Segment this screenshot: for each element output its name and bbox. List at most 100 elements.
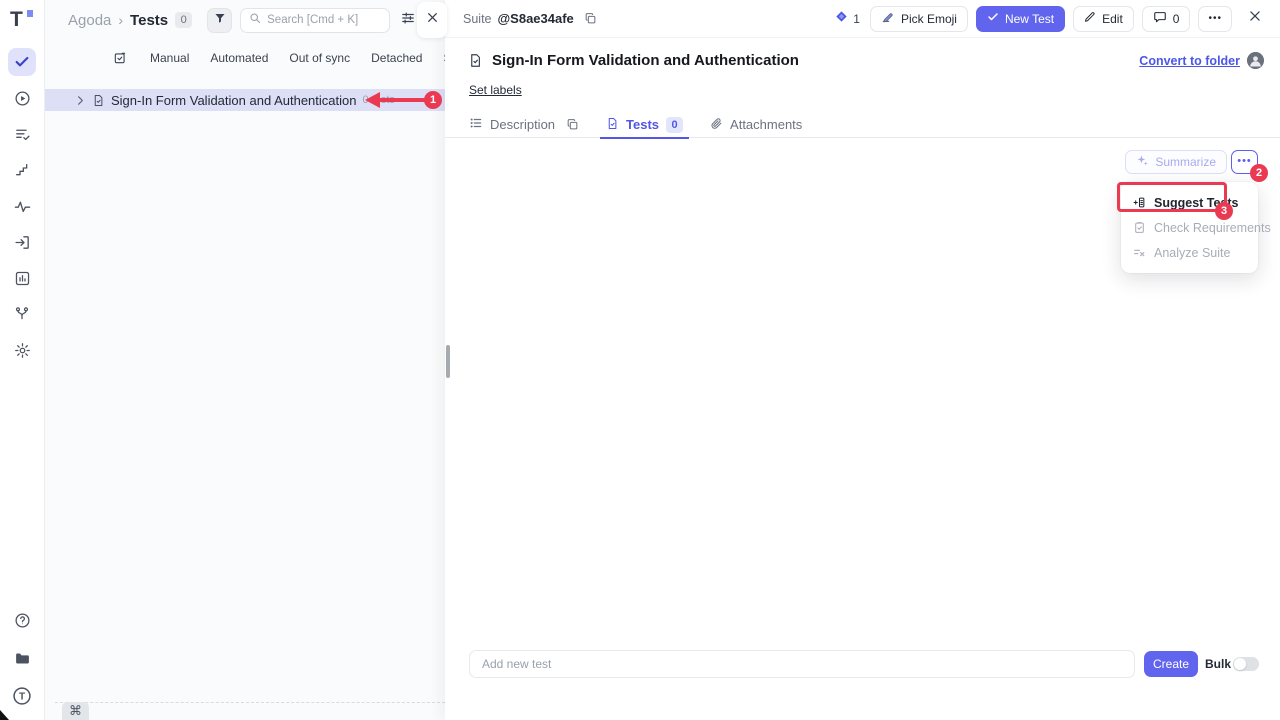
bulk-label: Bulk: [1205, 657, 1231, 671]
search-input[interactable]: [267, 14, 381, 26]
filter-tab-detached[interactable]: Detached: [371, 51, 422, 65]
version-indicator[interactable]: 1: [835, 10, 860, 28]
rail-item-steps[interactable]: [8, 156, 36, 184]
doc-check-icon: [606, 117, 619, 133]
filter-button[interactable]: [207, 8, 232, 33]
tests-count-badge: 0: [175, 12, 192, 28]
create-button[interactable]: Create: [1144, 651, 1198, 677]
clipboard-check-icon: [1133, 221, 1146, 234]
app-logo[interactable]: T: [10, 8, 34, 32]
rail-item-help[interactable]: [8, 606, 36, 634]
version-count: 1: [853, 12, 860, 26]
edit-button[interactable]: Edit: [1073, 6, 1134, 32]
app-logo-letter: T: [10, 8, 23, 31]
suite-row-title: Sign-In Form Validation and Authenticati…: [111, 93, 356, 108]
pick-emoji-button[interactable]: Pick Emoji: [870, 6, 968, 32]
ai-actions-row: Summarize •••: [1125, 150, 1258, 174]
annotation-arrow-head: [365, 92, 380, 108]
breadcrumb-project[interactable]: Agoda: [68, 12, 111, 29]
sparkles-icon: [1136, 154, 1149, 170]
menu-item-suggest-tests[interactable]: Suggest Tests: [1121, 190, 1258, 215]
suite-doc-icon: [468, 53, 483, 68]
bulk-toggle[interactable]: [1233, 657, 1259, 671]
suite-id-value: @S8ae34afe: [498, 11, 574, 26]
rail-item-branches[interactable]: [8, 300, 36, 328]
topbar-more-button[interactable]: •••: [1198, 6, 1232, 32]
panel-close-button[interactable]: [417, 2, 447, 38]
comments-count: 0: [1173, 12, 1180, 26]
close-icon: [426, 11, 439, 29]
copy-suite-id-button[interactable]: [584, 12, 597, 25]
tree-panel: Agoda › Tests 0: [45, 0, 445, 720]
filter-tab-automated[interactable]: Automated: [210, 51, 268, 65]
filter-tab-manual[interactable]: Manual: [150, 51, 189, 65]
rail-item-about[interactable]: T: [8, 682, 36, 710]
search-box: [240, 8, 390, 33]
add-test-input[interactable]: [469, 650, 1135, 678]
tab-description-label: Description: [490, 117, 555, 132]
filter-tab-out-of-sync[interactable]: Out of sync: [289, 51, 350, 65]
tab-description[interactable]: Description: [469, 112, 579, 138]
svg-text:T: T: [19, 691, 25, 702]
rail-item-plans[interactable]: [8, 120, 36, 148]
app-window: T: [0, 0, 1280, 720]
tab-attachments[interactable]: Attachments: [710, 112, 802, 138]
rail-item-settings[interactable]: [8, 336, 36, 364]
rail-item-tests[interactable]: [8, 48, 36, 76]
toggle-knob: [1234, 658, 1246, 670]
view-options-button[interactable]: [398, 10, 418, 30]
menu-item-analyze-suite-label: Analyze Suite: [1154, 246, 1230, 260]
select-all-icon[interactable]: [113, 51, 127, 65]
rail-item-reports[interactable]: [8, 264, 36, 292]
app-logo-accent: [27, 10, 33, 17]
emoji-hand-icon: [881, 10, 895, 27]
ai-actions-menu: Suggest Tests Check Requirements Analyze…: [1121, 182, 1258, 273]
bar-chart-icon: [14, 270, 31, 287]
menu-item-check-requirements[interactable]: Check Requirements: [1121, 215, 1258, 240]
command-shortcut-badge[interactable]: ⌘: [62, 702, 89, 720]
rail-item-pulse[interactable]: [8, 192, 36, 220]
check-icon: [987, 11, 999, 26]
funnel-icon: [214, 11, 226, 29]
comments-button[interactable]: 0: [1142, 6, 1191, 32]
play-circle-icon: [14, 90, 31, 107]
chevron-right-icon[interactable]: [75, 95, 86, 106]
ellipsis-icon: •••: [1237, 155, 1252, 167]
rail-item-import[interactable]: [8, 228, 36, 256]
copy-description-button[interactable]: [566, 118, 579, 131]
branch-icon: [14, 306, 30, 322]
suite-topbar: Suite @S8ae34afe 1 Pick Emoji: [445, 0, 1280, 38]
panel-resize-handle[interactable]: [446, 345, 450, 378]
detail-close-button[interactable]: [1246, 7, 1264, 30]
edit-label: Edit: [1102, 12, 1123, 26]
suite-identifier: Suite @S8ae34afe: [463, 11, 597, 26]
suite-label: Suite: [463, 12, 492, 26]
new-test-button[interactable]: New Test: [976, 6, 1065, 32]
title-right-group: Convert to folder: [1139, 52, 1264, 69]
summarize-button[interactable]: Summarize: [1125, 150, 1227, 174]
stairs-icon: [14, 162, 30, 178]
breadcrumb-section[interactable]: Tests: [130, 12, 168, 29]
breadcrumb-separator: ›: [118, 12, 123, 28]
menu-item-analyze-suite[interactable]: Analyze Suite: [1121, 240, 1258, 265]
rail-item-runs[interactable]: [8, 84, 36, 112]
comment-bubble-icon: [1153, 10, 1167, 27]
diamond-icon: [835, 10, 848, 28]
tab-tests-label: Tests: [626, 117, 659, 132]
suite-title-row: Sign-In Form Validation and Authenticati…: [468, 52, 1264, 69]
tree-header: Agoda › Tests 0: [45, 0, 445, 40]
rail-item-projects[interactable]: [8, 644, 36, 672]
suite-detail-panel: Suite @S8ae34afe 1 Pick Emoji: [445, 0, 1280, 720]
tab-tests[interactable]: Tests 0: [606, 112, 683, 138]
circle-logo-icon: T: [12, 686, 32, 706]
detail-tabs: Description Tests 0 Attachments: [445, 112, 1280, 138]
ellipsis-icon: •••: [1208, 13, 1222, 24]
set-labels-link[interactable]: Set labels: [469, 83, 522, 97]
pencil-icon: [1084, 11, 1096, 26]
convert-to-folder-link[interactable]: Convert to folder: [1139, 54, 1240, 68]
paperclip-icon: [710, 117, 723, 133]
menu-item-check-requirements-label: Check Requirements: [1154, 221, 1271, 235]
pulse-icon: [14, 198, 31, 215]
avatar[interactable]: [1247, 52, 1264, 69]
tab-attachments-label: Attachments: [730, 117, 802, 132]
